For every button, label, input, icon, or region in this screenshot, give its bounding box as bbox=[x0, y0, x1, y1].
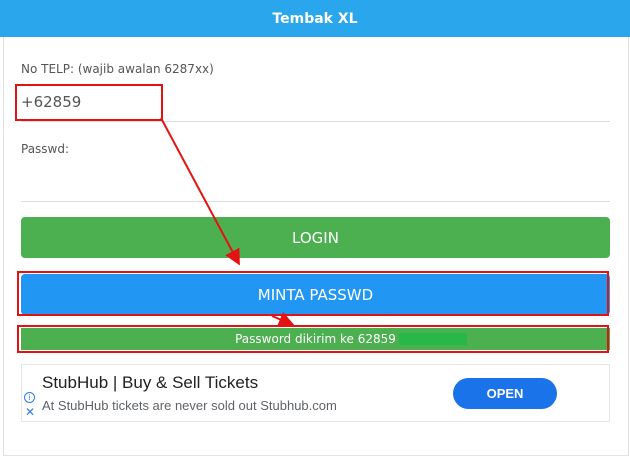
ad-title[interactable]: StubHub | Buy & Sell Tickets bbox=[42, 373, 258, 393]
ad-description: At StubHub tickets are never sold out St… bbox=[42, 398, 337, 413]
status-highlight bbox=[399, 333, 467, 345]
password-input-underline bbox=[21, 201, 610, 202]
minta-passwd-button-label: MINTA PASSWD bbox=[257, 285, 374, 304]
password-label: Passwd: bbox=[21, 142, 70, 156]
status-text: Password dikirim ke 62859 bbox=[235, 332, 396, 346]
phone-input[interactable]: +62859 bbox=[21, 93, 81, 111]
minta-passwd-button[interactable]: MINTA PASSWD bbox=[21, 274, 610, 315]
ad-info-icon[interactable]: i bbox=[24, 392, 35, 403]
app-header: Tembak XL bbox=[0, 0, 630, 37]
app-title: Tembak XL bbox=[272, 10, 358, 27]
ad-open-button[interactable]: OPEN bbox=[453, 378, 557, 409]
status-message: Password dikirim ke 62859 bbox=[21, 328, 610, 350]
ad-open-label: OPEN bbox=[486, 386, 524, 401]
ad-banner[interactable]: StubHub | Buy & Sell Tickets At StubHub … bbox=[21, 364, 610, 422]
phone-label: No TELP: (wajib awalan 6287xx) bbox=[21, 62, 214, 76]
phone-input-underline bbox=[21, 121, 610, 122]
ad-close-icon[interactable]: ✕ bbox=[25, 406, 35, 418]
login-button[interactable]: LOGIN bbox=[21, 217, 610, 258]
login-button-label: LOGIN bbox=[292, 228, 339, 247]
